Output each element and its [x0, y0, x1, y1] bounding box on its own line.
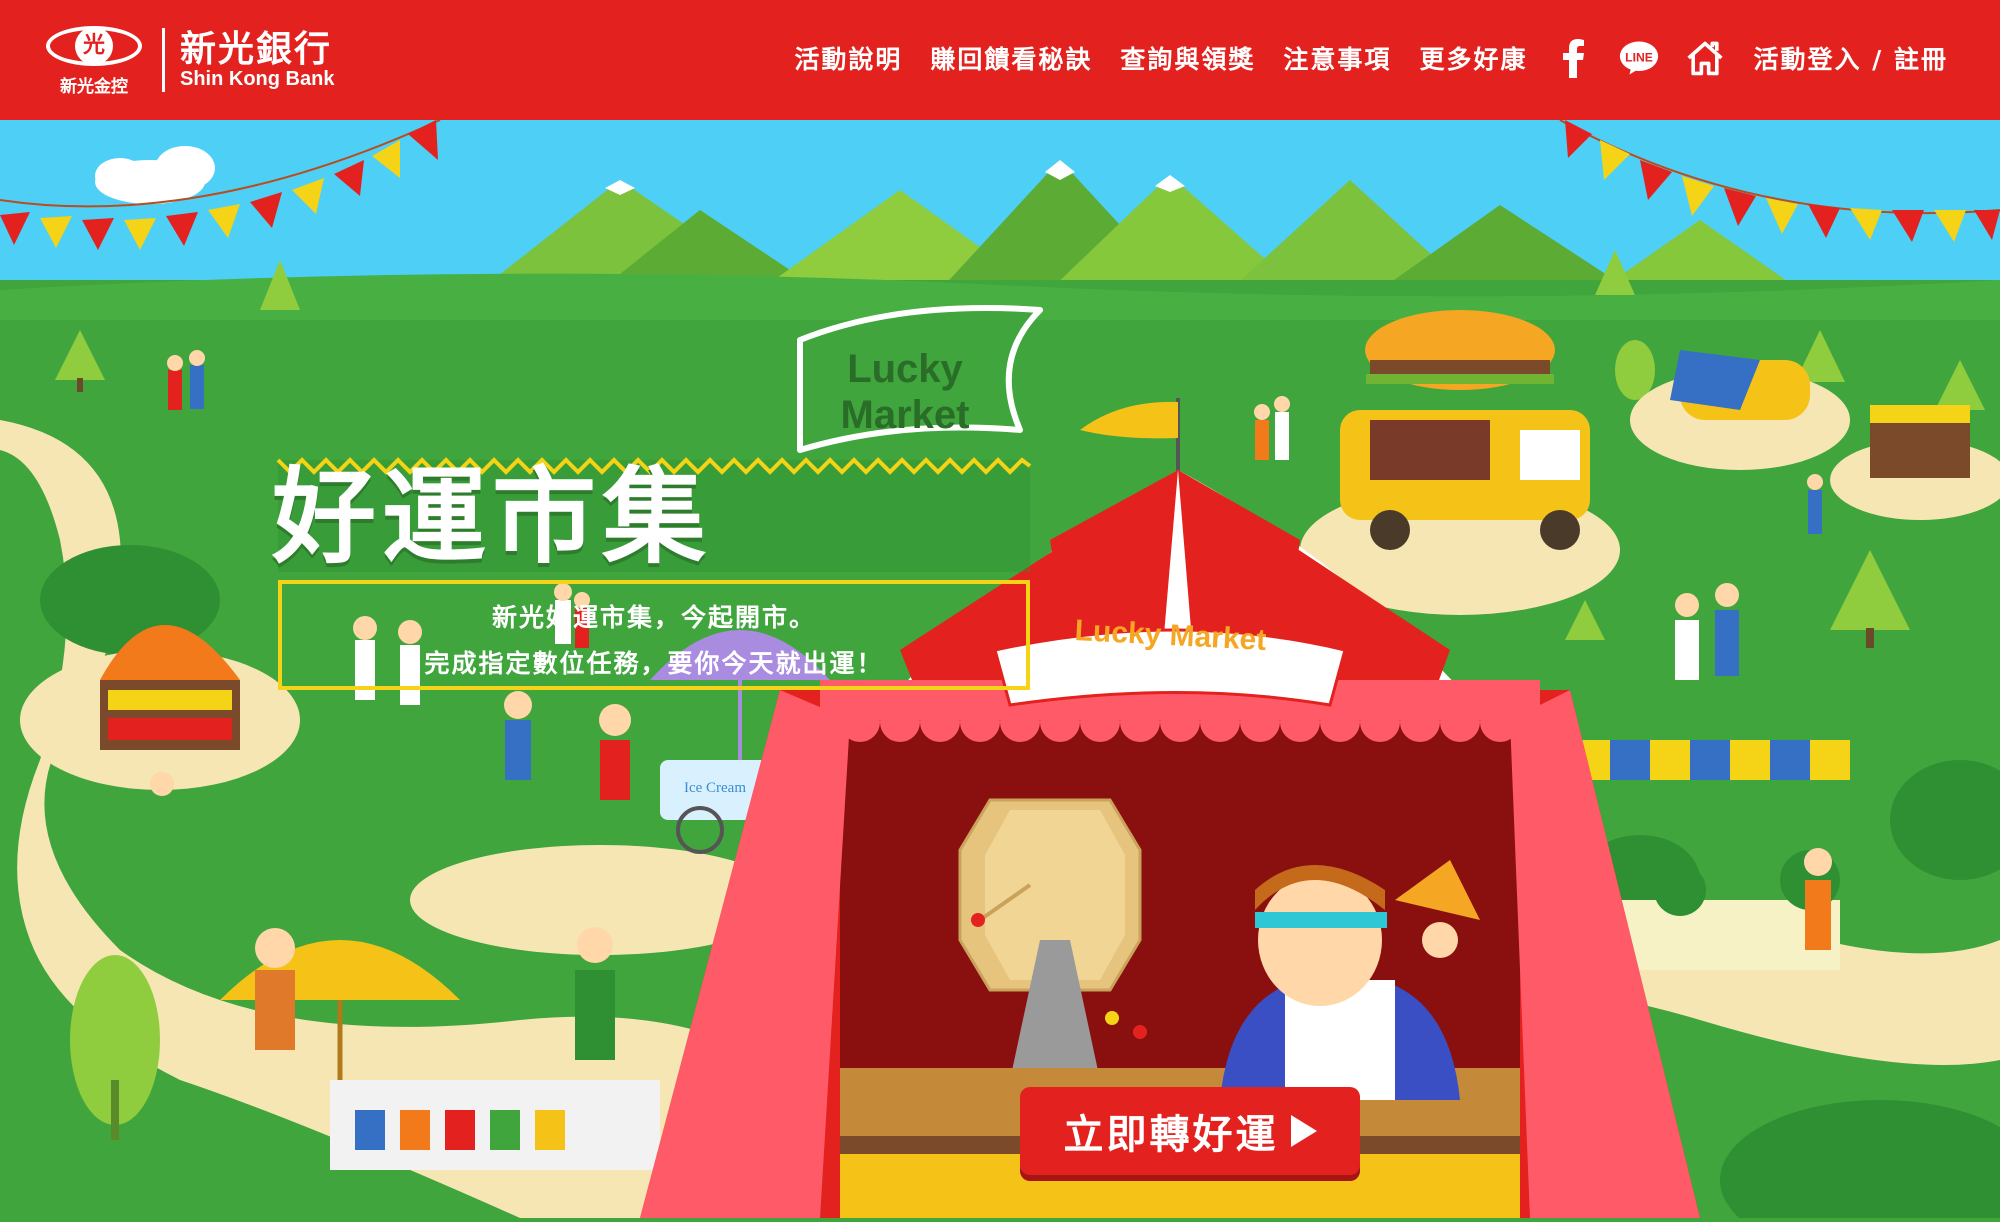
bank-name-english: Shin Kong Bank	[180, 68, 335, 90]
hero-subtitle-box: 新光好運市集，今起開市。 完成指定數位任務，要你今天就出運！	[278, 580, 1030, 690]
main-nav: 活動說明 賺回饋看秘訣 查詢與領獎 注意事項 更多好康 LINE 活動登入 / …	[766, 38, 1948, 78]
group-name: 新光金控	[60, 77, 128, 97]
hero-title: 好運市集	[272, 456, 713, 578]
hero-subtitle-line2: 完成指定數位任務，要你今天就出運！	[424, 649, 884, 678]
spin-luck-button[interactable]: 立即轉好運	[1020, 1087, 1360, 1175]
facebook-icon[interactable]	[1553, 38, 1593, 78]
ice-cream-sign: Ice Cream	[684, 780, 746, 796]
brand-emblem-icon: 光	[46, 26, 142, 66]
home-icon[interactable]	[1685, 38, 1725, 78]
hero-subtitle-line1: 新光好運市集，今起開市。	[491, 603, 816, 632]
top-navigation-bar: 光 新光金控 新光銀行 Shin Kong Bank 活動說明 賺回饋看秘訣 查…	[0, 0, 2000, 120]
play-arrow-icon	[1290, 1115, 1317, 1147]
line-icon-label: LINE	[1626, 50, 1654, 64]
line-icon[interactable]: LINE	[1619, 38, 1659, 78]
nav-more-offers[interactable]: 更多好康	[1419, 40, 1527, 76]
lucky-market-flag: Lucky Market	[797, 305, 1043, 453]
nav-notices[interactable]: 注意事項	[1283, 40, 1391, 76]
nav-activity-info[interactable]: 活動說明	[794, 40, 902, 76]
lucky-market-scene: Ice Cream Lucky Market Lucky Market 好運市集…	[0, 119, 2000, 1222]
nav-query-prize[interactable]: 查詢與領獎	[1120, 40, 1255, 76]
bank-name: 新光銀行	[180, 29, 333, 70]
logo-divider	[162, 28, 165, 92]
nav-earn-tips[interactable]: 賺回饋看秘訣	[930, 40, 1092, 76]
nav-login-register[interactable]: 活動登入 / 註冊	[1753, 40, 1948, 76]
shin-kong-bank-logo[interactable]: 光 新光金控 新光銀行 Shin Kong Bank	[46, 24, 346, 97]
flag-line-lucky: Lucky	[847, 347, 963, 391]
emblem-character: 光	[75, 27, 113, 65]
spin-luck-label: 立即轉好運	[1063, 1112, 1279, 1158]
flag-line-market: Market	[841, 393, 970, 437]
